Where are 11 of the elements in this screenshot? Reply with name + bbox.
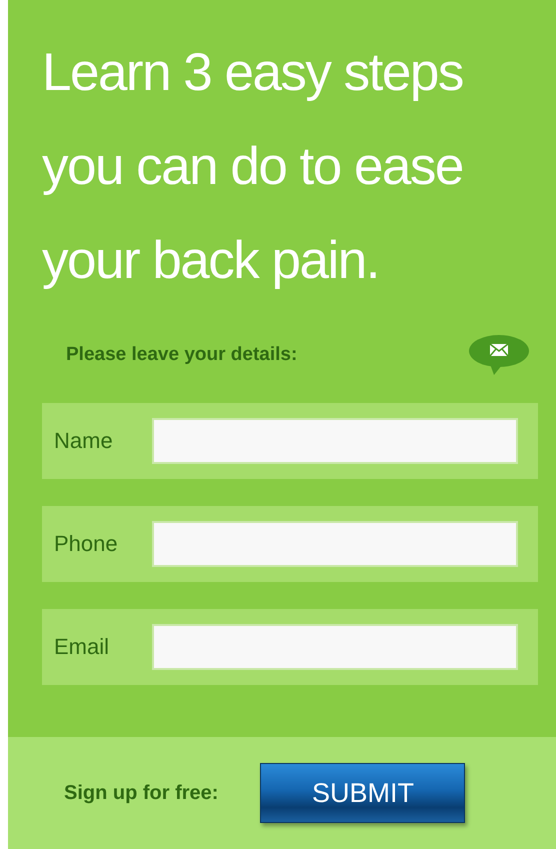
mail-bubble-icon	[468, 334, 530, 376]
submit-button[interactable]: SUBMIT	[260, 763, 466, 823]
field-label: Email	[54, 634, 110, 660]
form-prompt: Please leave your details:	[66, 344, 298, 366]
input-field[interactable]	[152, 418, 518, 464]
input-field[interactable]	[152, 521, 518, 567]
input-field[interactable]	[152, 624, 518, 670]
headline: Learn 3 easy steps you can do to ease your back pain.	[42, 42, 464, 292]
signup-label: Sign up for free:	[64, 782, 218, 804]
field-label: Phone	[54, 531, 119, 557]
field-label: Name	[54, 428, 114, 454]
